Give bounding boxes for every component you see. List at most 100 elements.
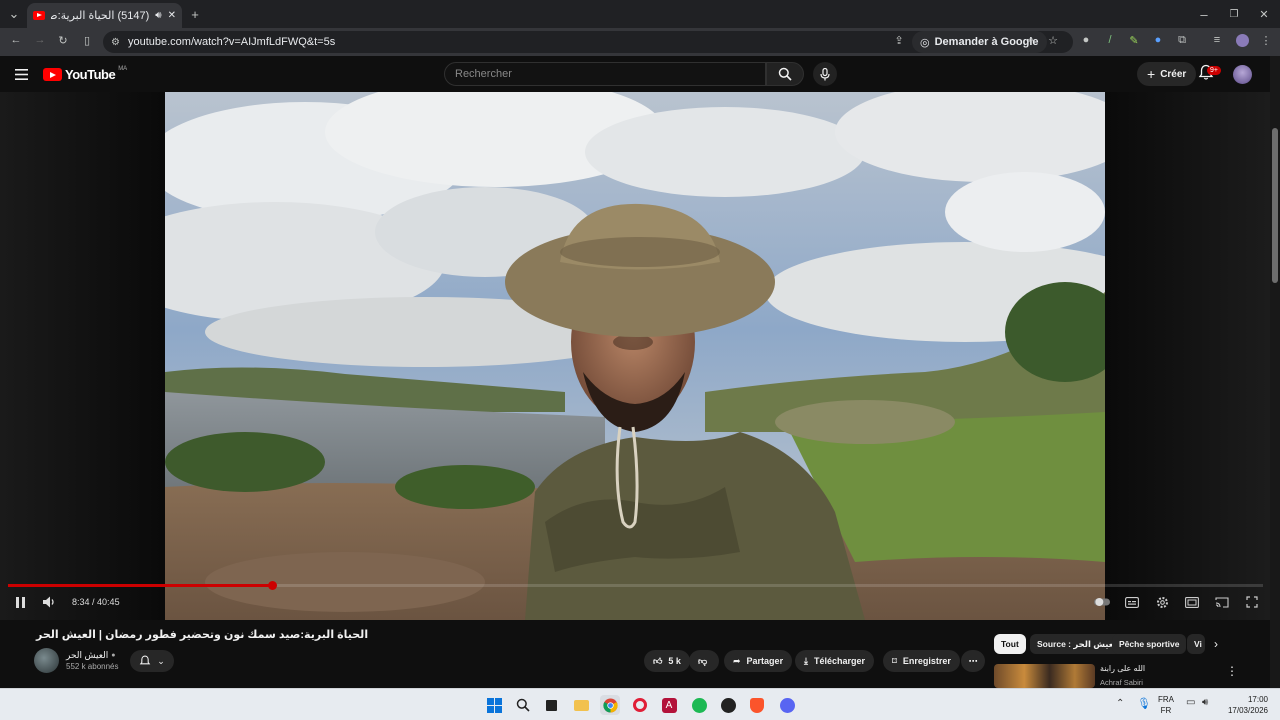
channel-name[interactable]: العيش الحر ● [66, 650, 116, 661]
thumbs-up-icon: 👍︎ [653, 655, 663, 666]
forward-arrow-icon[interactable]: → [32, 32, 48, 48]
browser-tab-strip: ⌄ (5147) الحياة البرية:صيد سمك 🔊︎ ✕ + – … [0, 0, 1280, 28]
youtube-header: YouTube MA Rechercher + Créer [0, 56, 1280, 92]
brave-browser-icon[interactable] [747, 695, 767, 715]
time-total: 40:45 [97, 597, 120, 607]
subscription-bell-button[interactable]: ⌄ [130, 650, 174, 672]
chip-peche-sportive[interactable]: Pêche sportive [1112, 634, 1187, 654]
progress-bar[interactable] [8, 581, 1263, 590]
microphone-tray-icon[interactable]: 🎙︎ [1137, 697, 1151, 710]
browser-menu-icon[interactable]: ⋮ [1258, 32, 1274, 48]
channel-avatar[interactable] [34, 648, 59, 673]
tray-overflow-chevron-icon[interactable]: ⌃ [1116, 698, 1124, 709]
share-button[interactable]: ➦ Partager [724, 650, 793, 672]
bookmark-star-icon[interactable]: ☆ [1045, 32, 1061, 48]
network-icon[interactable]: ▭ [1186, 697, 1195, 708]
extension-1-icon[interactable]: ● [1078, 32, 1094, 48]
spotify-icon[interactable] [689, 695, 709, 715]
chevron-down-icon: ⌄ [157, 655, 165, 666]
share-arrow-icon: ➦ [733, 655, 741, 666]
search-input[interactable]: Rechercher [444, 62, 766, 86]
minimize-button[interactable]: – [1194, 4, 1214, 24]
windows-start-icon[interactable] [484, 695, 504, 715]
tab-close-icon[interactable]: ✕ [168, 10, 176, 21]
system-clock[interactable]: 17:00 17/03/2026 [1222, 694, 1268, 716]
tab-list-chevron-icon[interactable]: ⌄ [4, 4, 24, 24]
restore-button[interactable]: ❐ [1224, 4, 1244, 24]
google-lens-icon: ◎ [920, 36, 930, 49]
youtube-logo[interactable]: YouTube MA [43, 65, 128, 82]
side-panel-icon[interactable]: ▯ [79, 32, 95, 48]
bell-icon [139, 655, 151, 665]
speaker-icon[interactable]: 🔊︎ [155, 10, 161, 21]
save-button[interactable]: ⌑ Enregistrer [883, 650, 960, 672]
time-current: 8:34 [72, 597, 90, 607]
zoom-icon[interactable]: ⌕ [1023, 32, 1039, 48]
create-button[interactable]: + Créer [1137, 62, 1197, 86]
volume-icon[interactable] [42, 595, 58, 609]
video-frame[interactable] [165, 92, 1105, 620]
more-actions-button[interactable]: ⋯ [961, 650, 985, 672]
time-separator: / [89, 597, 98, 607]
recommendation-thumbnail[interactable] [994, 664, 1095, 688]
extension-2-icon[interactable]: / [1102, 32, 1118, 48]
autoplay-toggle-icon[interactable] [1094, 595, 1110, 609]
search-taskbar-icon[interactable] [513, 695, 533, 715]
close-window-button[interactable]: ✕ [1254, 4, 1274, 24]
chip-truncated[interactable]: Vi [1187, 634, 1205, 654]
recommendation-menu-icon[interactable]: ⋮ [1226, 664, 1238, 678]
pause-icon[interactable] [12, 595, 28, 609]
more-horizontal-icon: ⋯ [968, 655, 978, 666]
search-button[interactable] [766, 62, 804, 86]
hamburger-menu-icon[interactable] [15, 67, 28, 85]
channel-name-text: العيش الحر [66, 650, 109, 660]
chrome-taskbar-icon[interactable] [600, 695, 620, 715]
scrollbar-thumb[interactable] [1272, 128, 1278, 283]
progress-bar-played [8, 584, 272, 587]
site-info-icon[interactable]: ⚙ [111, 37, 120, 48]
country-code: MA [118, 65, 128, 72]
download-button[interactable]: ⤓ Télécharger [795, 650, 875, 672]
player-controls-left: 8:34 / 40:45 [12, 595, 120, 609]
input-language[interactable]: FRA FR [1158, 694, 1174, 716]
settings-gear-icon[interactable] [1154, 595, 1170, 609]
browser-toolbar: ← → ↻ ▯ ⚙ youtube.com/watch?v=AIJmfLdFWQ… [0, 28, 1280, 56]
player-controls-right [1094, 595, 1260, 609]
new-tab-button[interactable]: + [185, 4, 205, 24]
opera-icon[interactable] [630, 695, 650, 715]
video-player[interactable]: 8:34 / 40:45 [0, 92, 1270, 620]
dislike-button[interactable]: 👎︎ [689, 650, 719, 672]
task-view-icon[interactable] [541, 695, 561, 715]
chips-next-chevron-icon[interactable]: › [1214, 637, 1218, 651]
subtitles-icon[interactable] [1124, 595, 1140, 609]
create-label: Créer [1160, 68, 1187, 80]
profile-avatar-icon[interactable] [1234, 32, 1250, 48]
browser-tab[interactable]: (5147) الحياة البرية:صيد سمك 🔊︎ ✕ [27, 3, 182, 28]
fullscreen-icon[interactable] [1244, 595, 1260, 609]
adobe-app-icon[interactable]: A [659, 695, 679, 715]
recommendation-channel[interactable]: Achraf Sabiri [1100, 678, 1143, 687]
youtube-logo-text: YouTube [65, 67, 116, 82]
cast-icon[interactable] [1214, 595, 1230, 609]
page-scrollbar[interactable] [1270, 56, 1280, 688]
miniplayer-icon[interactable] [1184, 595, 1200, 609]
chip-all[interactable]: Tout [994, 634, 1026, 654]
install-app-icon[interactable]: ⇪ [891, 32, 907, 48]
extensions-puzzle-icon[interactable]: ⧉ [1174, 32, 1190, 48]
progress-scrubber-handle[interactable] [267, 581, 277, 590]
youtube-favicon-icon [33, 11, 45, 20]
volume-tray-icon[interactable]: 🔊︎ [1202, 697, 1208, 708]
reading-list-icon[interactable]: ≡ [1209, 32, 1225, 48]
media-app-icon[interactable] [718, 695, 738, 715]
back-arrow-icon[interactable]: ← [8, 32, 24, 48]
account-avatar[interactable] [1233, 65, 1252, 84]
recommendation-title[interactable]: الله على رابنة [1100, 664, 1145, 673]
extension-3-icon[interactable]: ✎ [1126, 32, 1142, 48]
save-playlist-icon: ⌑ [892, 655, 897, 666]
extension-4-icon[interactable]: ● [1150, 32, 1166, 48]
voice-search-button[interactable] [813, 62, 837, 86]
like-button[interactable]: 👍︎ 5 k [644, 650, 690, 672]
reload-icon[interactable]: ↻ [55, 32, 71, 48]
messenger-icon[interactable] [777, 695, 797, 715]
file-explorer-icon[interactable] [571, 695, 591, 715]
